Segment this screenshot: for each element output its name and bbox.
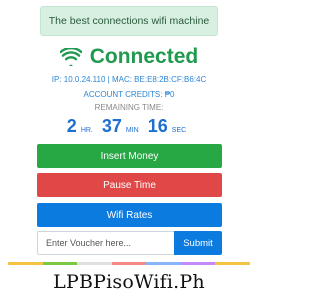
wifi-icon bbox=[59, 48, 82, 66]
ip-mac-info: IP: 10.0.24.110 | MAC: BE:E8:2B:CF:B6:4C bbox=[51, 75, 207, 84]
stripe-segment bbox=[8, 262, 43, 265]
seconds-value: 16 bbox=[147, 116, 168, 136]
status-label: Connected bbox=[89, 45, 199, 68]
remaining-time: 2 HR. 37 MIN 16 SEC bbox=[0, 116, 258, 138]
footer-brand: LPBPisoWifi.Ph bbox=[0, 268, 258, 296]
minutes-value: 37 bbox=[101, 116, 122, 136]
stripe-segment bbox=[42, 262, 78, 265]
pause-time-button[interactable]: Pause Time bbox=[37, 173, 222, 197]
seconds-unit: SEC bbox=[171, 127, 187, 134]
wifi-rates-button[interactable]: Wifi Rates bbox=[37, 203, 222, 227]
connection-status: Connected bbox=[0, 44, 258, 70]
voucher-form: Submit bbox=[37, 231, 222, 255]
voucher-input[interactable] bbox=[37, 231, 174, 255]
insert-money-button[interactable]: Insert Money bbox=[37, 144, 222, 168]
banner-text: The best connections wifi machine bbox=[48, 15, 210, 27]
remaining-time-label: REMAINING TIME: bbox=[94, 103, 164, 112]
decorative-stripe bbox=[8, 262, 251, 265]
stripe-segment bbox=[180, 262, 216, 265]
hours-value: 2 bbox=[66, 116, 77, 136]
hours-unit: HR. bbox=[80, 127, 93, 134]
stripe-segment bbox=[146, 262, 181, 265]
submit-button[interactable]: Submit bbox=[174, 231, 222, 255]
stripe-segment bbox=[111, 262, 147, 265]
welcome-banner: The best connections wifi machine bbox=[40, 6, 218, 36]
account-credits: ACCOUNT CREDITS: ₱0 bbox=[83, 90, 175, 99]
stripe-segment bbox=[77, 262, 112, 265]
minutes-unit: MIN bbox=[125, 127, 139, 134]
stripe-segment bbox=[215, 262, 251, 265]
